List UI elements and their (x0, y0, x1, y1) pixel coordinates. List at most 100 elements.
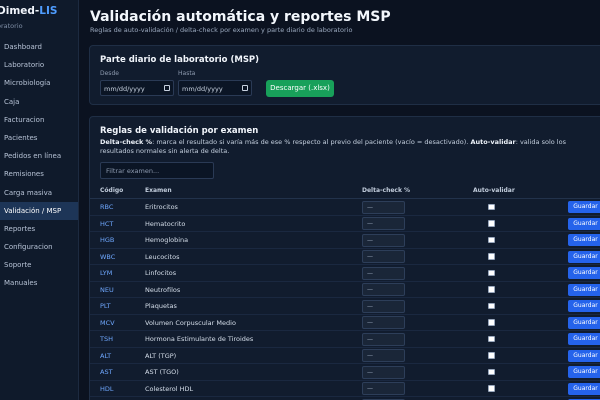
delta-check-input[interactable]: — (362, 266, 405, 280)
exam-name: Eritrocitos (145, 203, 178, 211)
daily-report-card: Parte diario de laboratorio (MSP) Desde … (89, 45, 600, 105)
save-button[interactable]: Guardar (568, 267, 600, 279)
sidebar-item[interactable]: Configuracion (0, 238, 78, 256)
delta-check-input[interactable]: — (362, 200, 405, 214)
sidebar-item[interactable]: Reportes (0, 220, 78, 238)
col-header-delta: Delta-check % (362, 187, 411, 194)
exam-code: ALT (100, 351, 112, 360)
exam-name: Leucocitos (145, 252, 180, 261)
col-header-exam: Examen (145, 187, 172, 194)
exam-code: NEU (100, 285, 114, 294)
exam-code: HDL (100, 384, 114, 393)
page-title: Validación automática y reportes MSP (90, 9, 391, 25)
auto-validate-checkbox[interactable] (488, 203, 495, 210)
save-button[interactable]: Guardar (568, 316, 600, 329)
from-date-value: mm/dd/yyyy (104, 85, 145, 93)
exam-code: LYM (100, 269, 113, 277)
save-button[interactable]: Guardar (568, 234, 600, 246)
sidebar-item[interactable]: Pacientes (0, 129, 78, 147)
table-row: MCV Volumen Corpuscular Medio — Guardar (90, 315, 600, 331)
sidebar-item[interactable]: Microbiología (0, 74, 78, 92)
desc-auto-term: Auto-validar (470, 138, 516, 146)
save-button[interactable]: Guardar (568, 382, 600, 395)
exam-code: WBC (100, 252, 116, 261)
auto-validate-checkbox[interactable] (488, 302, 495, 309)
col-header-auto: Auto-validar (473, 187, 515, 194)
exam-code: RBC (100, 203, 114, 211)
table-row: ALT ALT (TGP) — Guardar (90, 348, 600, 364)
sidebar: Dimed-LIS oratorio DashboardLaboratorioM… (0, 0, 79, 400)
delta-check-input[interactable]: — (362, 349, 405, 362)
to-date-value: mm/dd/yyyy (182, 85, 223, 93)
save-button[interactable]: Guardar (568, 333, 600, 345)
exam-code: TSH (100, 335, 113, 343)
sidebar-item[interactable]: Laboratorio (0, 56, 78, 74)
sidebar-item[interactable]: Soporte (0, 256, 78, 274)
table-row: HDL Colesterol HDL — Guardar (90, 381, 600, 397)
main-content: Validación automática y reportes MSP Reg… (79, 0, 600, 400)
sidebar-item[interactable]: Dashboard (0, 38, 78, 56)
delta-check-input[interactable]: — (362, 365, 405, 379)
auto-validate-checkbox[interactable] (488, 335, 495, 342)
auto-validate-checkbox[interactable] (488, 319, 495, 326)
delta-check-input[interactable]: — (362, 283, 405, 296)
save-button[interactable]: Guardar (568, 250, 600, 263)
delta-check-input[interactable]: — (362, 299, 405, 313)
exam-name: Hemoglobina (145, 236, 189, 244)
table-row: RBC Eritrocitos — Guardar (90, 199, 600, 216)
delta-check-input[interactable]: — (362, 217, 405, 230)
auto-validate-checkbox[interactable] (488, 253, 495, 260)
filter-exam-input[interactable]: Filtrar examen... (100, 162, 214, 179)
sidebar-item[interactable]: Pedidos en línea (0, 147, 78, 165)
save-button[interactable]: Guardar (568, 201, 600, 213)
delta-check-input[interactable]: — (362, 316, 405, 329)
sidebar-item[interactable]: Remisiones (0, 165, 78, 183)
calendar-icon[interactable] (242, 85, 248, 91)
auto-validate-checkbox[interactable] (488, 269, 495, 276)
exam-name: Neutrofilos (145, 285, 181, 294)
exam-name: Hematocrito (145, 219, 186, 228)
rules-title: Reglas de validación por examen (100, 126, 259, 136)
sidebar-nav: Dashboard Laboratorio Microbiología Caja Fac… (0, 38, 78, 293)
table-row: HGB Hemoglobina — Guardar (90, 232, 600, 249)
auto-validate-checkbox[interactable] (488, 352, 495, 359)
save-button[interactable]: Guardar (568, 217, 600, 230)
exam-code: HGB (100, 236, 115, 244)
auto-validate-checkbox[interactable] (488, 385, 495, 392)
delta-check-input[interactable]: — (362, 332, 405, 346)
exam-name: AST (TGO) (145, 368, 179, 376)
exam-code: HCT (100, 219, 114, 228)
rules-table-body: RBC Eritrocitos — Guardar HCT Hematocrito — Gua… (90, 199, 600, 400)
auto-validate-checkbox[interactable] (488, 368, 495, 375)
auto-validate-checkbox[interactable] (488, 236, 495, 243)
col-header-code: Código (100, 187, 124, 194)
sidebar-item[interactable]: Manuales (0, 274, 78, 292)
delta-check-input[interactable]: — (362, 250, 405, 263)
exam-code: PLT (100, 302, 111, 310)
to-date-input[interactable]: mm/dd/yyyy (178, 80, 252, 96)
exam-name: Plaquetas (145, 302, 177, 310)
save-button[interactable]: Guardar (568, 366, 600, 378)
save-button[interactable]: Guardar (568, 349, 600, 362)
calendar-icon[interactable] (164, 85, 170, 91)
desc-delta-text: : marca el resultado si varía más de ese… (152, 138, 471, 146)
sidebar-item[interactable]: Facturacion (0, 111, 78, 129)
delta-check-input[interactable]: — (362, 382, 405, 395)
exam-name: Volumen Corpuscular Medio (145, 318, 236, 327)
to-label: Hasta (178, 70, 196, 77)
brand-logo[interactable]: Dimed-LIS (0, 5, 57, 17)
exam-code: MCV (100, 318, 115, 327)
table-row: AST AST (TGO) — Guardar (90, 364, 600, 381)
sidebar-item[interactable]: Carga masiva (0, 184, 78, 202)
validation-rules-card: Reglas de validación por examen Delta-ch… (89, 116, 600, 400)
sidebar-item[interactable]: Caja (0, 93, 78, 111)
from-date-input[interactable]: mm/dd/yyyy (100, 80, 174, 96)
save-button[interactable]: Guardar (568, 300, 600, 312)
brand-subtitle: oratorio (0, 22, 23, 30)
download-xlsx-button[interactable]: Descargar (.xlsx) (266, 80, 334, 97)
delta-check-input[interactable]: — (362, 233, 405, 247)
sidebar-item[interactable]: Validación / MSP (0, 201, 78, 220)
save-button[interactable]: Guardar (568, 283, 600, 296)
auto-validate-checkbox[interactable] (488, 220, 495, 227)
auto-validate-checkbox[interactable] (488, 286, 495, 293)
